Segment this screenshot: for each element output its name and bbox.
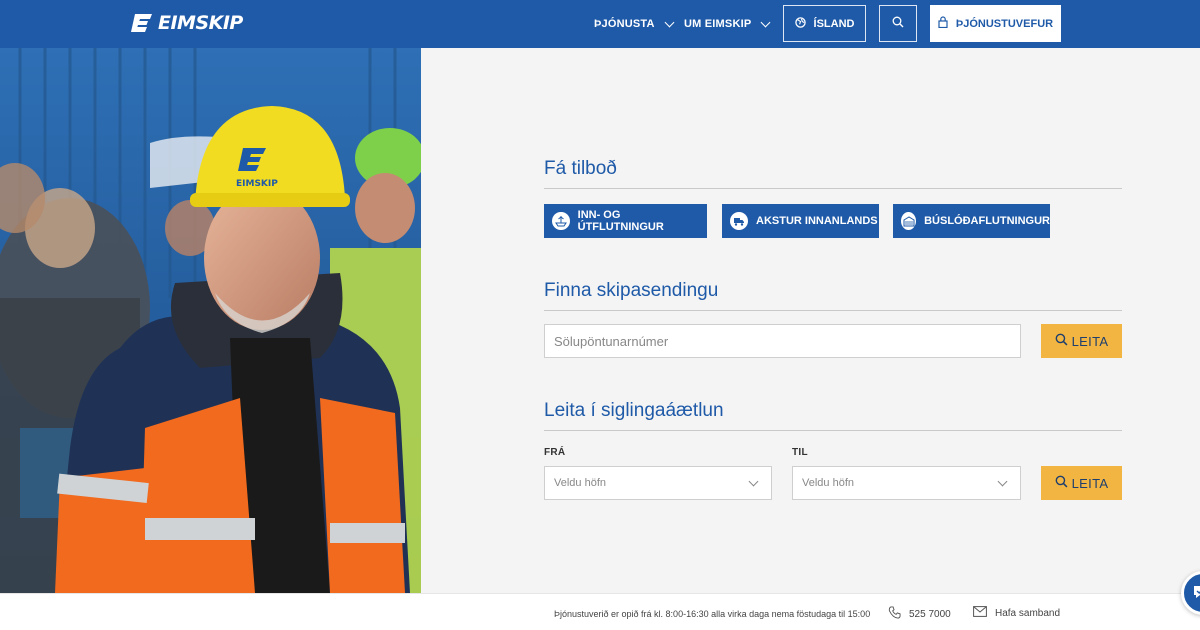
search-icon (892, 16, 904, 31)
ship-icon (552, 212, 570, 230)
chevron-down-icon (997, 476, 1008, 487)
phone-link[interactable]: 525 7000 (888, 606, 951, 622)
household-moving-label: BÚSLÓÐAFLUTNINGUR (924, 215, 1050, 227)
to-port-select[interactable]: Veldu höfn (792, 466, 1021, 500)
service-hours-text: Þjónustuverið er opið frá kl. 8:00-16:30… (554, 609, 871, 619)
truck-icon (730, 212, 748, 230)
top-navigation-bar: EIMSKIP ÞJÓNUSTA UM EIMSKIP ÍSLAND ÞJÓNU… (0, 0, 1200, 48)
import-export-offer-button[interactable]: INN- OG ÚTFLUTNINGUR (544, 204, 707, 238)
logo-text: EIMSKIP (158, 12, 243, 34)
eimskip-logo[interactable]: EIMSKIP (130, 10, 243, 36)
helmet-logo-text: EIMSKIP (236, 179, 278, 189)
tracking-search-button[interactable]: LEITA (1041, 324, 1122, 358)
envelope-icon (973, 606, 987, 620)
domestic-trucking-label: AKSTUR INNANLANDS (756, 215, 878, 227)
search-icon (1055, 333, 1068, 349)
service-web-button[interactable]: ÞJÓNUSTUVEFUR (930, 5, 1061, 42)
lock-icon (938, 16, 948, 31)
search-icon (1055, 475, 1068, 491)
tracking-search-label: LEITA (1071, 333, 1109, 349)
chevron-down-icon (748, 476, 759, 487)
nav-um-eimskip-label: UM EIMSKIP (684, 18, 752, 30)
contact-link[interactable]: Hafa samband (973, 606, 1060, 620)
tracking-divider (544, 310, 1122, 311)
from-port-label: FRÁ (544, 447, 566, 458)
domestic-trucking-offer-button[interactable]: AKSTUR INNANLANDS (722, 204, 879, 238)
order-number-placeholder: Sölupöntunarnúmer (554, 333, 669, 349)
schedule-search-label: LEITA (1071, 475, 1109, 491)
chat-icon (1193, 585, 1200, 604)
schedule-search-button[interactable]: LEITA (1041, 466, 1122, 500)
container-icon (901, 212, 917, 230)
nav-thjonusta[interactable]: ÞJÓNUSTA (594, 0, 675, 48)
import-export-label: INN- OG ÚTFLUTNINGUR (577, 209, 664, 233)
phone-number: 525 7000 (909, 608, 951, 620)
hero-photo: EIMSKIP (0, 48, 421, 593)
schedule-divider (544, 430, 1122, 431)
to-port-placeholder: Veldu höfn (802, 477, 854, 489)
chevron-down-icon (760, 17, 771, 27)
language-label: ÍSLAND (813, 17, 855, 30)
phone-icon (888, 606, 901, 622)
tracking-section-title: Finna skipasendingu (544, 280, 719, 301)
from-port-select[interactable]: Veldu höfn (544, 466, 772, 500)
offer-section-title: Fá tilboð (544, 158, 617, 179)
nav-um-eimskip[interactable]: UM EIMSKIP (684, 0, 771, 48)
language-button[interactable]: ÍSLAND (783, 5, 866, 42)
from-port-placeholder: Veldu höfn (554, 477, 606, 489)
household-moving-offer-button[interactable]: BÚSLÓÐAFLUTNINGUR (893, 204, 1050, 238)
contact-label: Hafa samband (995, 607, 1061, 619)
order-number-input[interactable]: Sölupöntunarnúmer (544, 324, 1021, 358)
nav-thjonusta-label: ÞJÓNUSTA (594, 18, 655, 30)
search-button[interactable] (879, 5, 917, 42)
globe-icon (794, 16, 806, 31)
schedule-section-title: Leita í siglingaáætlun (544, 400, 724, 421)
chevron-down-icon (664, 17, 675, 27)
service-web-label: ÞJÓNUSTUVEFUR (955, 17, 1054, 30)
main-panel (421, 48, 1200, 593)
offer-divider (544, 188, 1122, 189)
eimskip-logo-icon (130, 11, 154, 35)
to-port-label: TIL (792, 447, 808, 458)
